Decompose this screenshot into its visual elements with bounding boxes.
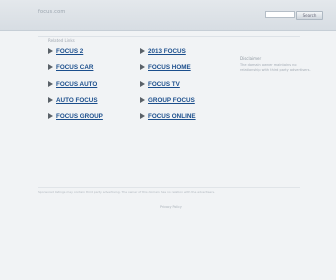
link-label[interactable]: FOCUS ONLINE: [148, 113, 196, 120]
domain-name: focus.com: [38, 9, 66, 15]
link-label[interactable]: FOCUS GROUP: [56, 113, 103, 120]
related-link-focus-home[interactable]: FOCUS HOME: [140, 62, 191, 72]
arrow-right-icon: [140, 81, 145, 87]
related-link-focus-car[interactable]: FOCUS CAR: [48, 62, 93, 72]
sidebar-title: Disclaimer: [240, 56, 262, 61]
arrow-right-icon: [140, 97, 145, 103]
search-button[interactable]: Search: [296, 11, 323, 20]
link-label[interactable]: FOCUS HOME: [148, 64, 191, 71]
arrow-right-icon: [48, 48, 53, 54]
link-label[interactable]: 2013 FOCUS: [148, 48, 186, 55]
arrow-right-icon: [140, 64, 145, 70]
arrow-right-icon: [48, 64, 53, 70]
sidebar-text: The domain owner maintains no relationsh…: [240, 63, 311, 72]
link-label[interactable]: FOCUS 2: [56, 48, 83, 55]
related-link-focus-group[interactable]: FOCUS GROUP: [48, 111, 103, 121]
top-bar: focus.com Search: [0, 0, 336, 31]
link-label[interactable]: FOCUS AUTO: [56, 81, 97, 88]
link-label[interactable]: FOCUS CAR: [56, 64, 93, 71]
related-link-focus-2[interactable]: FOCUS 2: [48, 46, 83, 56]
arrow-right-icon: [48, 81, 53, 87]
related-links-label: Related Links: [48, 38, 75, 43]
arrow-right-icon: [140, 113, 145, 119]
link-label[interactable]: FOCUS TV: [148, 81, 180, 88]
related-link-auto-focus[interactable]: AUTO FOCUS: [48, 95, 98, 105]
related-link-focus-auto[interactable]: FOCUS AUTO: [48, 79, 97, 89]
related-link-2013-focus[interactable]: 2013 FOCUS: [140, 46, 186, 56]
search-input[interactable]: [265, 11, 295, 18]
footer-divider: [38, 187, 300, 188]
arrow-right-icon: [140, 48, 145, 54]
link-label[interactable]: GROUP FOCUS: [148, 97, 195, 104]
related-link-group-focus[interactable]: GROUP FOCUS: [140, 95, 195, 105]
arrow-right-icon: [48, 97, 53, 103]
header-divider: [38, 36, 300, 37]
footer-text: Sponsored listings may contain third par…: [38, 190, 216, 194]
link-label[interactable]: AUTO FOCUS: [56, 97, 98, 104]
related-link-focus-online[interactable]: FOCUS ONLINE: [140, 111, 196, 121]
privacy-policy-link[interactable]: Privacy Policy: [160, 205, 182, 209]
arrow-right-icon: [48, 113, 53, 119]
related-link-focus-tv[interactable]: FOCUS TV: [140, 79, 180, 89]
